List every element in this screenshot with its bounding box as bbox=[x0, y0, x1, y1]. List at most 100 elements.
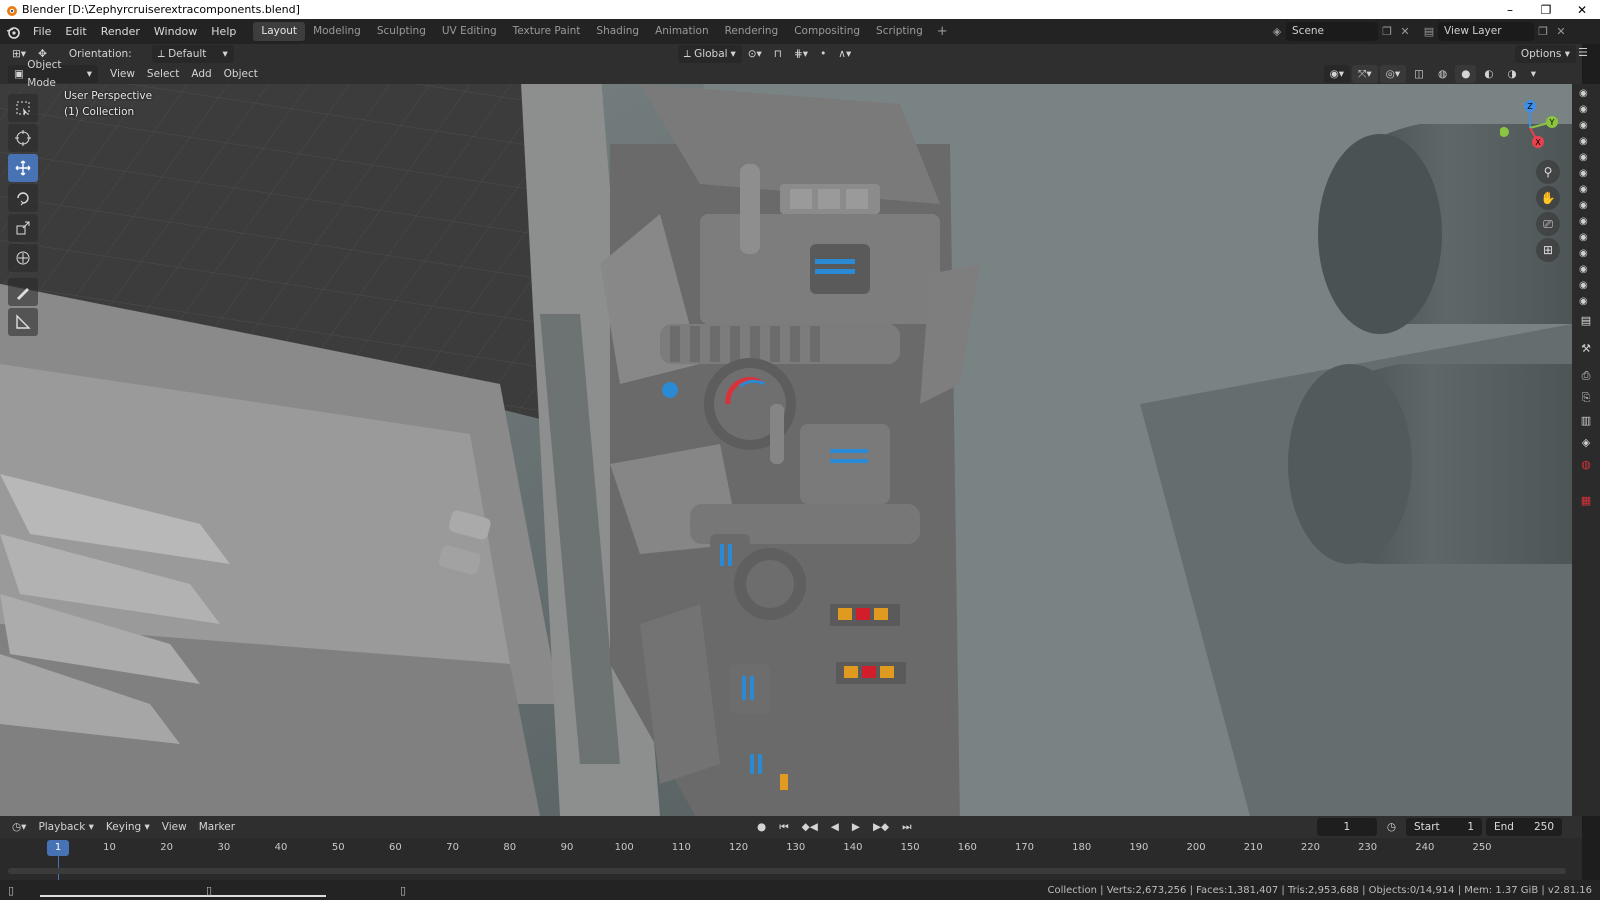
visibility-eye-icon[interactable]: ◉ bbox=[1579, 248, 1593, 259]
gizmo-toggle-icon[interactable]: ⤧▾ bbox=[1352, 65, 1378, 83]
timeline-view-menu[interactable]: View bbox=[156, 818, 193, 836]
viewport-scene[interactable] bbox=[0, 64, 1572, 816]
current-frame-field[interactable]: 1 bbox=[1316, 818, 1377, 836]
scene-icon[interactable]: ◈ bbox=[1268, 23, 1286, 41]
options-dropdown[interactable]: Options ▾ bbox=[1514, 45, 1576, 63]
visibility-eye-icon[interactable]: ◉ bbox=[1579, 264, 1593, 275]
move-tool[interactable] bbox=[8, 154, 38, 182]
select-box-tool[interactable] bbox=[8, 94, 38, 122]
menu-file[interactable]: File bbox=[26, 19, 58, 44]
playback-menu[interactable]: Playback ▾ bbox=[32, 818, 99, 836]
end-frame-field[interactable]: End 250 bbox=[1486, 818, 1562, 836]
falloff-icon[interactable]: ∧▾ bbox=[832, 45, 857, 63]
scene-name-field[interactable]: Scene bbox=[1286, 22, 1378, 41]
rendered-shading-icon[interactable]: ◑ bbox=[1502, 65, 1523, 83]
close-button[interactable]: ✕ bbox=[1564, 0, 1600, 19]
tab-texture-paint[interactable]: Texture Paint bbox=[505, 22, 589, 41]
visibility-eye-icon[interactable]: ◉ bbox=[1579, 88, 1593, 99]
current-frame-marker[interactable]: 1 bbox=[47, 840, 69, 856]
visibility-eye-icon[interactable]: ◉ bbox=[1579, 216, 1593, 227]
properties-editor-icon[interactable]: ▤ bbox=[1576, 310, 1596, 330]
annotate-tool[interactable] bbox=[8, 278, 38, 306]
snap-target-icon[interactable]: ⋕▾ bbox=[788, 45, 814, 63]
outliner-icon[interactable]: ☰ bbox=[1578, 46, 1588, 59]
play-icon[interactable]: ▶ bbox=[846, 818, 866, 836]
visibility-eye-icon[interactable]: ◉ bbox=[1579, 168, 1593, 179]
new-view-layer-icon[interactable]: ❐ bbox=[1534, 23, 1552, 41]
tab-compositing[interactable]: Compositing bbox=[786, 22, 868, 41]
visibility-eye-icon[interactable]: ◉ bbox=[1579, 296, 1593, 307]
snap-icon[interactable]: ⊓ bbox=[768, 45, 788, 63]
zoom-icon[interactable]: ⚲ bbox=[1536, 160, 1560, 184]
tab-uv-editing[interactable]: UV Editing bbox=[434, 22, 505, 41]
tab-scripting[interactable]: Scripting bbox=[868, 22, 931, 41]
navigation-gizmo[interactable]: Z Y X bbox=[1499, 98, 1560, 158]
maximize-button[interactable]: ❐ bbox=[1528, 0, 1564, 19]
menu-select[interactable]: Select bbox=[141, 65, 185, 83]
play-reverse-icon[interactable]: ◀ bbox=[825, 818, 845, 836]
proportional-edit-icon[interactable]: • bbox=[814, 45, 832, 63]
material-shading-icon[interactable]: ◐ bbox=[1478, 65, 1499, 83]
scene-properties-icon[interactable]: ◈ bbox=[1576, 432, 1596, 452]
menu-object[interactable]: Object bbox=[218, 65, 264, 83]
start-frame-field[interactable]: Start 1 bbox=[1406, 818, 1482, 836]
visibility-eye-icon[interactable]: ◉ bbox=[1579, 104, 1593, 115]
marker-menu[interactable]: Marker bbox=[193, 818, 241, 836]
tab-modeling[interactable]: Modeling bbox=[305, 22, 369, 41]
perspective-toggle-icon[interactable]: ⊞ bbox=[1536, 238, 1560, 262]
visibility-eye-icon[interactable]: ◉ bbox=[1579, 136, 1593, 147]
timeline-body[interactable]: 10 20 30 40 50 60 70 80 90 100 110 120 130 140 150 160 1… bbox=[0, 838, 1582, 880]
render-properties-icon[interactable]: ⎙ bbox=[1576, 366, 1596, 386]
orientation-dropdown[interactable]: ⟂ Default ▾ bbox=[151, 45, 234, 63]
view-layer-icon[interactable]: ▤ bbox=[1420, 23, 1438, 41]
jump-start-icon[interactable]: ⏮ bbox=[773, 818, 794, 836]
xray-toggle-icon[interactable]: ◫ bbox=[1408, 65, 1430, 83]
menu-view[interactable]: View bbox=[104, 65, 141, 83]
transform-orientation-dropdown[interactable]: ⟂ Global ▾ bbox=[677, 45, 742, 63]
transform-tool[interactable] bbox=[8, 244, 38, 272]
3d-viewport[interactable]: User Perspective (1) Collection bbox=[0, 64, 1572, 816]
visibility-eye-icon[interactable]: ◉ bbox=[1579, 200, 1593, 211]
pan-hand-icon[interactable]: ✋ bbox=[1536, 186, 1560, 210]
visibility-eye-icon[interactable]: ◉ bbox=[1579, 152, 1593, 163]
menu-edit[interactable]: Edit bbox=[58, 19, 93, 44]
timeline-scrollbar[interactable] bbox=[8, 868, 1566, 874]
frame-ruler[interactable]: 10 20 30 40 50 60 70 80 90 100 110 120 130 140 150 160 1… bbox=[8, 840, 1568, 880]
world-properties-icon[interactable]: ◍ bbox=[1576, 454, 1596, 474]
jump-keyframe-forward-icon[interactable]: ▶◆ bbox=[867, 818, 895, 836]
menu-window[interactable]: Window bbox=[147, 19, 204, 44]
scale-tool[interactable] bbox=[8, 214, 38, 242]
visibility-icon[interactable]: ◉▾ bbox=[1323, 65, 1350, 83]
texture-properties-icon[interactable]: ▦ bbox=[1576, 490, 1596, 510]
visibility-eye-icon[interactable]: ◉ bbox=[1579, 184, 1593, 195]
shading-options-icon[interactable]: ▾ bbox=[1525, 65, 1542, 83]
tab-layout[interactable]: Layout bbox=[253, 22, 306, 41]
cursor-tool[interactable] bbox=[8, 124, 38, 152]
record-icon[interactable]: ● bbox=[751, 818, 772, 836]
new-scene-icon[interactable]: ❐ bbox=[1378, 23, 1396, 41]
add-workspace-button[interactable]: + bbox=[931, 24, 954, 39]
wireframe-shading-icon[interactable]: ◍ bbox=[1432, 65, 1453, 83]
tab-animation[interactable]: Animation bbox=[647, 22, 717, 41]
blender-menu-icon[interactable] bbox=[0, 19, 26, 44]
menu-help[interactable]: Help bbox=[204, 19, 243, 44]
minimize-button[interactable]: – bbox=[1492, 0, 1528, 19]
measure-tool[interactable] bbox=[8, 308, 38, 336]
tool-properties-icon[interactable]: ⚒ bbox=[1576, 338, 1596, 358]
menu-render[interactable]: Render bbox=[94, 19, 147, 44]
visibility-eye-icon[interactable]: ◉ bbox=[1579, 280, 1593, 291]
jump-keyframe-back-icon[interactable]: ◆◀ bbox=[796, 818, 824, 836]
output-properties-icon[interactable]: ⎘ bbox=[1576, 388, 1596, 408]
visibility-eye-icon[interactable]: ◉ bbox=[1579, 120, 1593, 131]
visibility-eye-icon[interactable]: ◉ bbox=[1579, 232, 1593, 243]
overlay-toggle-icon[interactable]: ◎▾ bbox=[1379, 65, 1407, 83]
menu-add[interactable]: Add bbox=[185, 65, 217, 83]
pivot-point-icon[interactable]: ⊙▾ bbox=[742, 45, 768, 63]
camera-view-icon[interactable]: ⎚ bbox=[1536, 212, 1560, 236]
delete-scene-icon[interactable]: ✕ bbox=[1396, 23, 1414, 41]
tab-shading[interactable]: Shading bbox=[588, 22, 647, 41]
mode-dropdown[interactable]: ▣ Object Mode ▾ bbox=[8, 59, 98, 89]
rotate-tool[interactable] bbox=[8, 184, 38, 212]
jump-end-icon[interactable]: ⏭ bbox=[896, 818, 917, 836]
preview-range-clock-icon[interactable]: ◷ bbox=[1381, 818, 1402, 836]
